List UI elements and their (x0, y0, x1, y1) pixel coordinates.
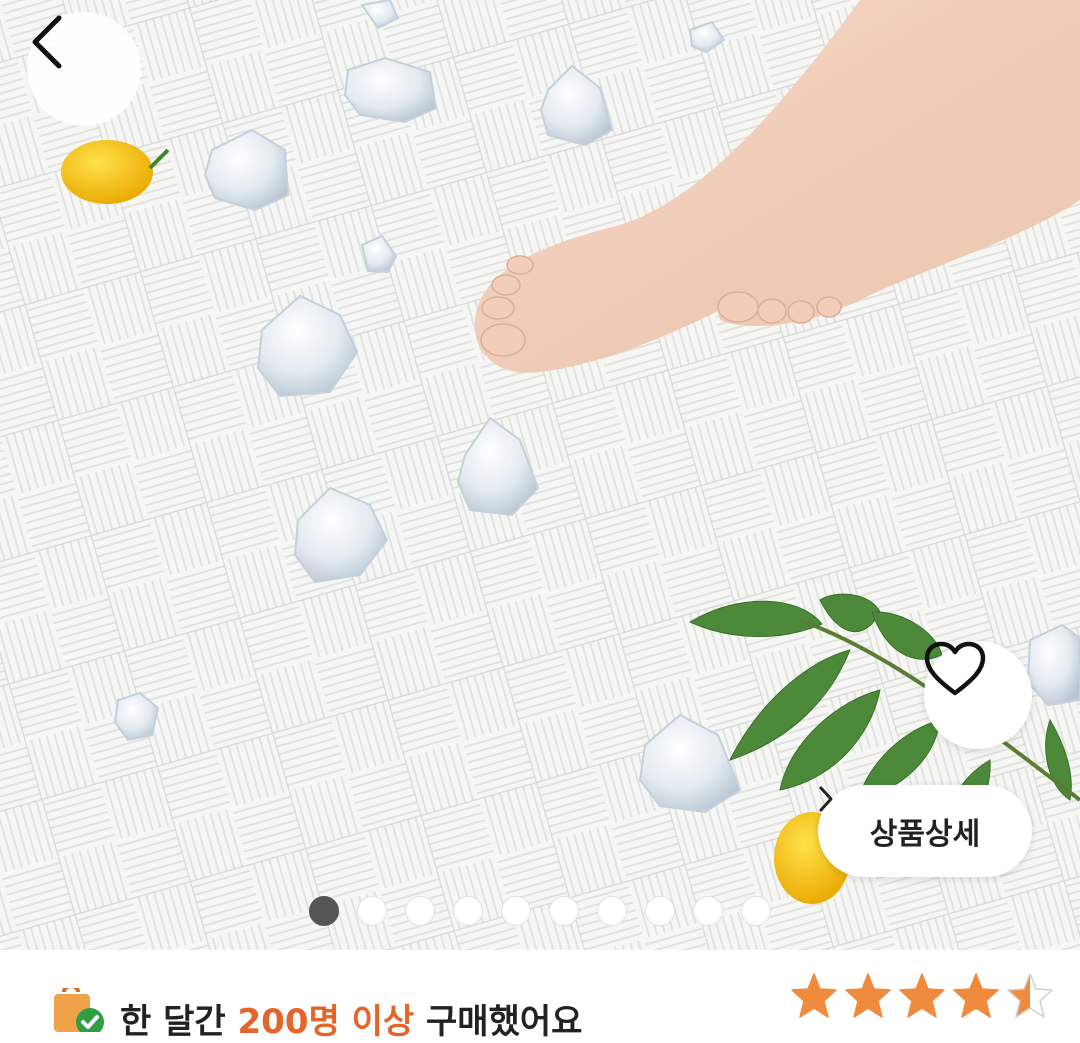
heart-outline-icon (924, 641, 986, 696)
star-icon (899, 973, 945, 1018)
carousel-dot[interactable] (501, 896, 531, 926)
chevron-left-icon (32, 15, 62, 69)
chevron-right-icon (819, 786, 833, 812)
carousel-indicator[interactable] (309, 896, 771, 926)
product-image[interactable]: 상품상세 (0, 0, 1080, 950)
star-icon (791, 973, 837, 1018)
purchase-text-suffix: 구매했어요 (414, 1002, 583, 1042)
purchase-count-highlight: 200명 이상 (237, 1002, 415, 1042)
star-icon (1007, 973, 1053, 1018)
carousel-dot[interactable] (453, 896, 483, 926)
wishlist-button[interactable] (924, 641, 1032, 749)
rating-stars[interactable] (790, 972, 1054, 1020)
carousel-dot[interactable] (645, 896, 675, 926)
carousel-dot[interactable] (741, 896, 771, 926)
shopping-bag-check-icon (52, 984, 108, 1036)
product-detail-button[interactable]: 상품상세 (818, 785, 1032, 877)
star-icon (953, 973, 999, 1018)
carousel-dot[interactable] (357, 896, 387, 926)
carousel-dot[interactable] (549, 896, 579, 926)
carousel-dot[interactable] (309, 896, 339, 926)
purchase-text-prefix: 한 달간 (120, 1002, 238, 1042)
carousel-dot[interactable] (693, 896, 723, 926)
back-button[interactable] (27, 12, 141, 126)
carousel-dot[interactable] (405, 896, 435, 926)
purchase-count-text: 한 달간 200명 이상 구매했어요 (120, 994, 582, 1043)
carousel-dot[interactable] (597, 896, 627, 926)
product-detail-label: 상품상세 (869, 817, 981, 852)
star-icon (845, 973, 891, 1018)
